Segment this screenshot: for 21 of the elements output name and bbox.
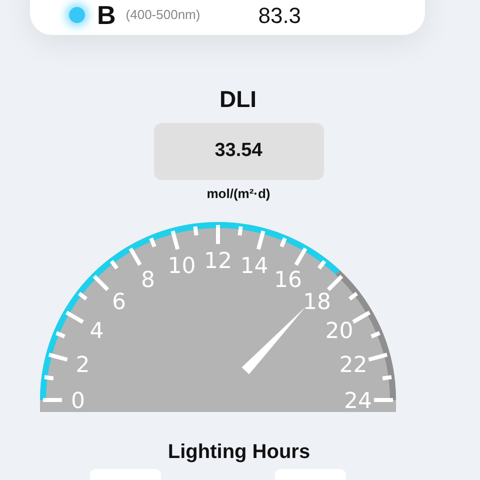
gauge-label: 14 [240, 254, 268, 279]
gauge-label: 16 [274, 268, 302, 293]
gauge-label: 8 [141, 268, 155, 293]
dli-value-box: 33.54 [154, 122, 324, 180]
gauge-label: 6 [112, 290, 126, 315]
gauge-label: 4 [90, 319, 104, 344]
gauge-label: 10 [168, 254, 196, 279]
band-range: (400-500nm) [126, 6, 200, 24]
gauge-label: 12 [204, 249, 232, 274]
gauge-label: 18 [303, 290, 331, 315]
gauge-label: 24 [344, 389, 372, 414]
band-value: 83.3 [258, 2, 302, 30]
gauge-label: 20 [325, 319, 354, 344]
gauge-label: 2 [76, 352, 90, 378]
dli-unit: mol/(m²·d) [206, 184, 270, 203]
gauge-needle [242, 306, 306, 374]
lighting-hours-title: Lighting Hours [168, 440, 310, 465]
gauge-label: 0 [71, 389, 85, 414]
dli-title: DLI [219, 85, 257, 114]
band-letter: B [97, 0, 116, 32]
gauge-label: 22 [339, 352, 368, 378]
